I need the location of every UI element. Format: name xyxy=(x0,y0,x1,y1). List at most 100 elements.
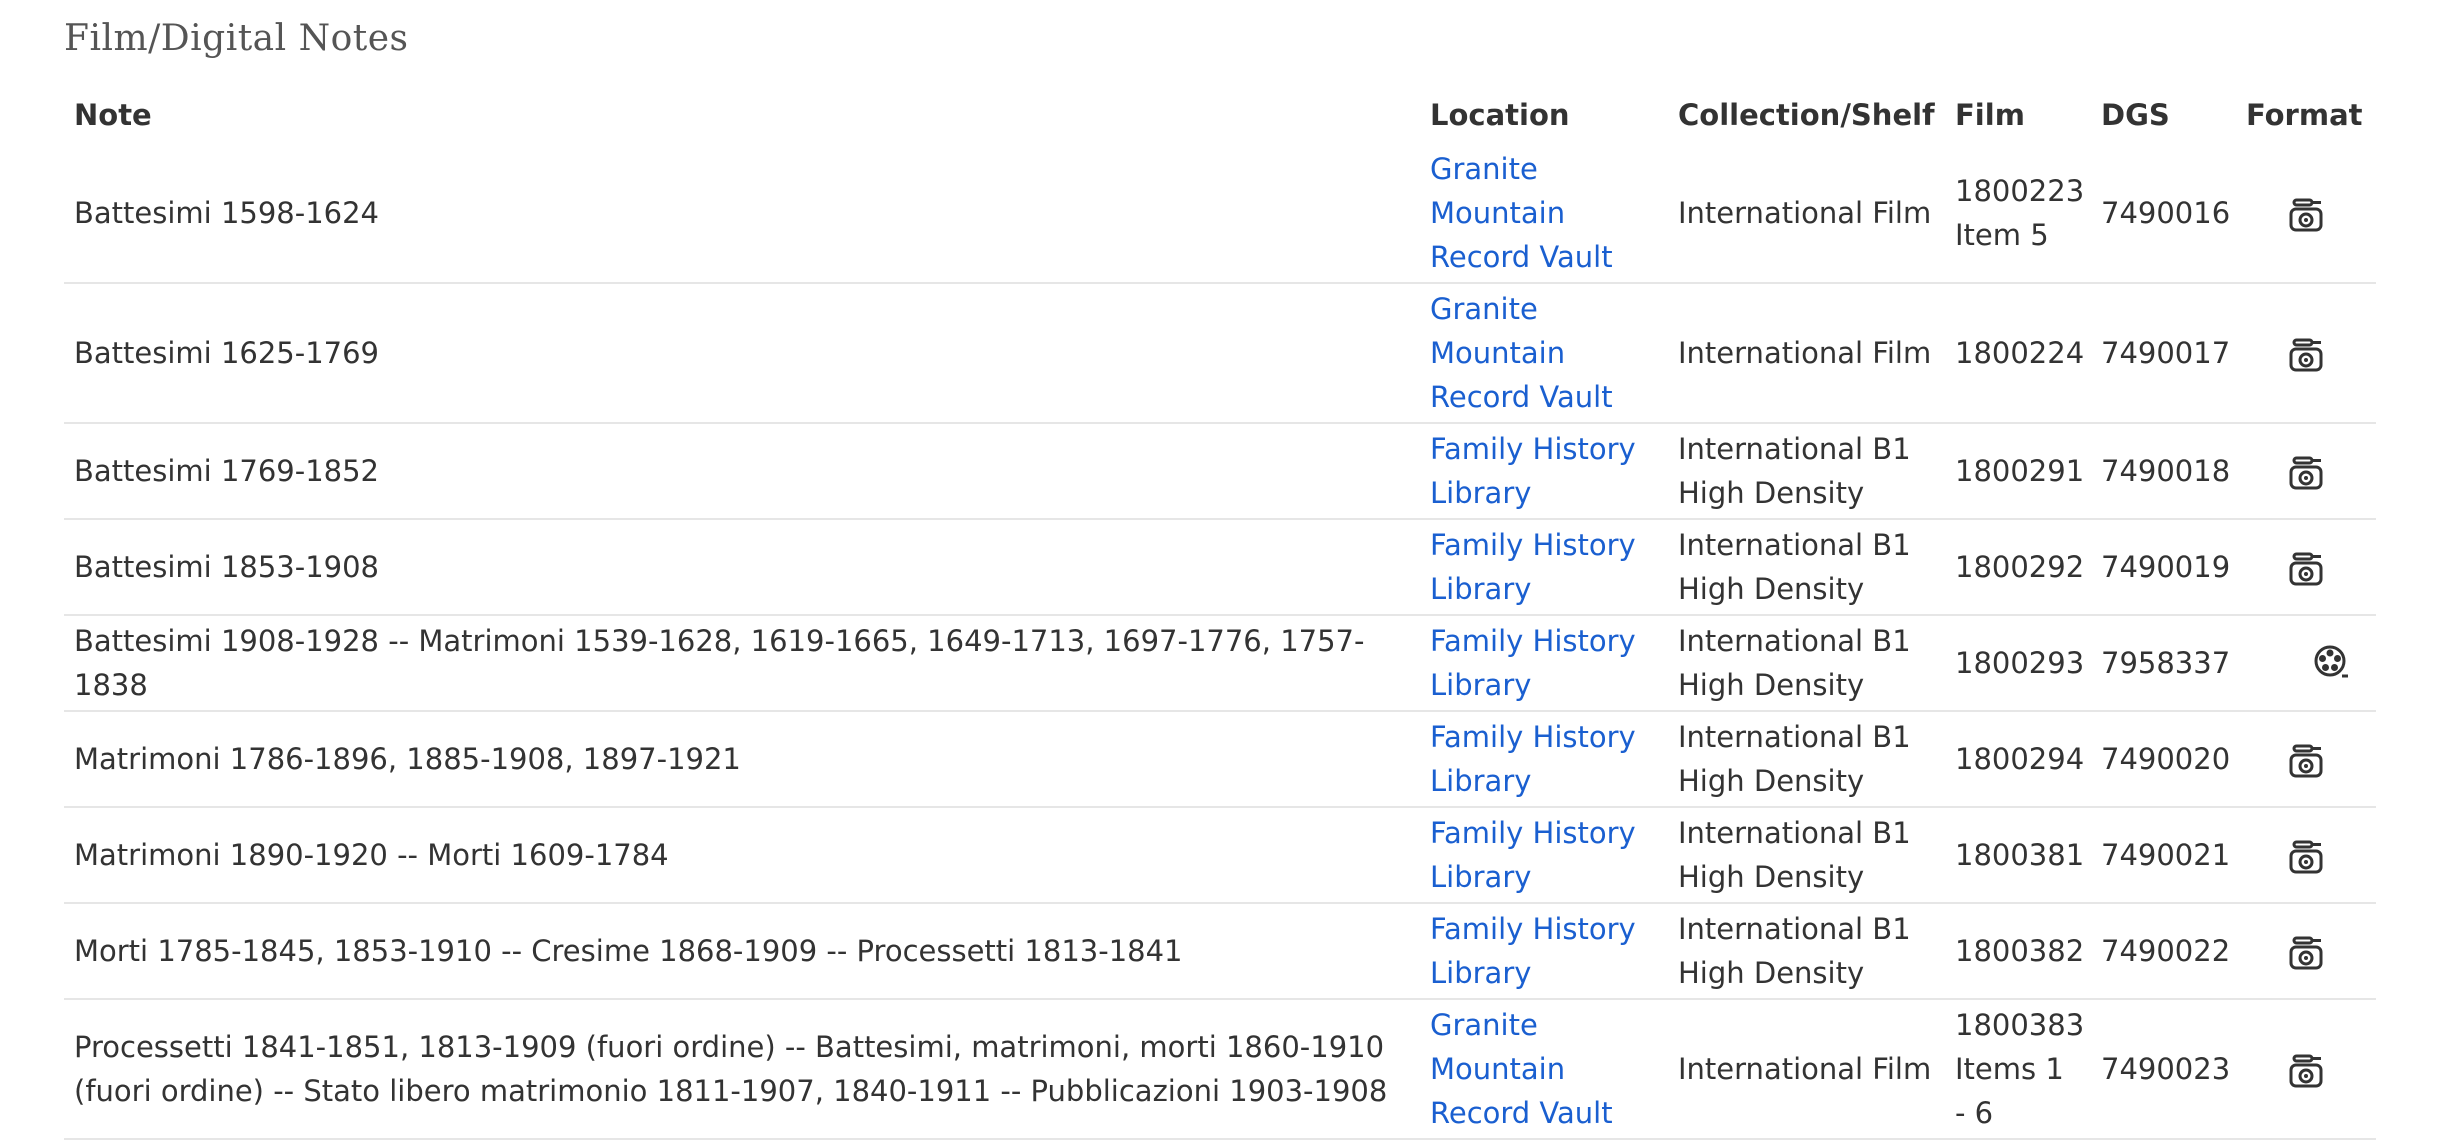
note-cell: Battesimi 1625-1769 xyxy=(64,283,1420,424)
location-cell: Granite Mountain Record Vault xyxy=(1420,999,1668,1140)
location-cell: Family History Library xyxy=(1420,519,1668,616)
note-cell: Battesimi 1908-1928 -- Matrimoni 1539-16… xyxy=(64,615,1420,712)
location-cell: Granite Mountain Record Vault xyxy=(1420,144,1668,284)
collection-cell: International Film xyxy=(1668,999,1945,1140)
film-camera-icon[interactable] xyxy=(2288,454,2324,490)
film-camera-icon[interactable] xyxy=(2288,838,2324,874)
note-cell: Morti 1785-1845, 1853-1910 -- Cresime 18… xyxy=(64,903,1420,1000)
note-cell: Morti 1785-1845, 1853-1910 -- Cresime 18… xyxy=(74,934,1183,968)
collection-cell: International B1 High Density xyxy=(1678,816,1911,894)
film-number-cell: 1800224 xyxy=(1955,336,2085,370)
dgs-number-cell: 7490018 xyxy=(2091,423,2236,520)
format-cell xyxy=(2236,423,2376,520)
collection-cell: International Film xyxy=(1678,336,1932,370)
dgs-number-cell: 7958337 xyxy=(2101,646,2231,680)
dgs-number-cell: 7490022 xyxy=(2091,903,2236,1000)
dgs-number-cell: 7490022 xyxy=(2101,934,2231,968)
note-cell: Matrimoni 1890-1920 -- Morti 1609-1784 xyxy=(74,838,669,872)
location-link[interactable]: Family History Library xyxy=(1430,528,1636,606)
format-cell xyxy=(2236,283,2376,424)
film-number-cell: 1800382 xyxy=(1945,903,2091,1000)
note-cell: Battesimi 1853-1908 xyxy=(74,550,380,584)
film-number-cell: 1800381 xyxy=(1955,838,2085,872)
location-link[interactable]: Family History Library xyxy=(1430,720,1636,798)
film-notes-table: Note Location Collection/Shelf Film DGS … xyxy=(64,60,2376,1140)
dgs-number-cell: 7490016 xyxy=(2101,196,2231,230)
film-number-cell: 1800293 xyxy=(1955,646,2085,680)
dgs-number-cell: 7490023 xyxy=(2091,999,2236,1140)
film-number-cell: 1800293 xyxy=(1945,615,2091,712)
collection-cell: International Film xyxy=(1678,1052,1932,1086)
film-camera-icon[interactable] xyxy=(2288,550,2324,586)
format-cell xyxy=(2236,903,2376,1000)
note-cell: Battesimi 1598-1624 xyxy=(64,144,1420,284)
dgs-number-cell: 7490021 xyxy=(2091,807,2236,904)
collection-cell: International Film xyxy=(1678,196,1932,230)
table-row: Matrimoni 1786-1896, 1885-1908, 1897-192… xyxy=(64,711,2376,808)
column-header-note: Note xyxy=(74,98,152,132)
location-cell: Family History Library xyxy=(1420,615,1668,712)
location-link[interactable]: Family History Library xyxy=(1430,624,1636,702)
film-camera-icon[interactable] xyxy=(2288,742,2324,778)
collection-cell: International B1 High Density xyxy=(1668,903,1945,1000)
note-cell: Battesimi 1598-1624 xyxy=(74,196,380,230)
format-cell xyxy=(2236,807,2376,904)
dgs-number-cell: 7490023 xyxy=(2101,1052,2231,1086)
dgs-number-cell: 7490018 xyxy=(2101,454,2231,488)
note-cell: Battesimi 1853-1908 xyxy=(64,519,1420,616)
collection-cell: International Film xyxy=(1668,283,1945,424)
film-number-cell: 1800383 Items 1 - 6 xyxy=(1955,1008,2085,1130)
location-cell: Family History Library xyxy=(1420,903,1668,1000)
film-number-cell: 1800381 xyxy=(1945,807,2091,904)
film-number-cell: 1800291 xyxy=(1955,454,2085,488)
dgs-number-cell: 7490019 xyxy=(2091,519,2236,616)
location-link[interactable]: Family History Library xyxy=(1430,432,1636,510)
collection-cell: International B1 High Density xyxy=(1668,615,1945,712)
location-link[interactable]: Family History Library xyxy=(1430,912,1636,990)
film-camera-icon[interactable] xyxy=(2288,336,2324,372)
location-link[interactable]: Granite Mountain Record Vault xyxy=(1430,152,1613,274)
collection-cell: International Film xyxy=(1668,144,1945,284)
note-cell: Battesimi 1908-1928 -- Matrimoni 1539-16… xyxy=(74,624,1365,702)
dgs-number-cell: 7958337 xyxy=(2091,615,2236,712)
location-link[interactable]: Granite Mountain Record Vault xyxy=(1430,292,1613,414)
format-cell xyxy=(2236,519,2376,616)
film-number-cell: 1800292 xyxy=(1945,519,2091,616)
collection-cell: International B1 High Density xyxy=(1668,423,1945,520)
dgs-number-cell: 7490020 xyxy=(2091,711,2236,808)
table-row: Battesimi 1908-1928 -- Matrimoni 1539-16… xyxy=(64,615,2376,712)
note-cell: Processetti 1841-1851, 1813-1909 (fuori … xyxy=(74,1030,1388,1108)
film-camera-icon[interactable] xyxy=(2288,196,2324,232)
collection-cell: International B1 High Density xyxy=(1668,807,1945,904)
film-number-cell: 1800223 Item 5 xyxy=(1945,144,2091,284)
table-row: Battesimi 1769-1852 Family History Librar… xyxy=(64,423,2376,520)
location-cell: Family History Library xyxy=(1420,711,1668,808)
film-number-cell: 1800382 xyxy=(1955,934,2085,968)
location-link[interactable]: Family History Library xyxy=(1430,816,1636,894)
film-camera-icon[interactable] xyxy=(2288,934,2324,970)
note-cell: Battesimi 1625-1769 xyxy=(74,336,380,370)
table-row: Morti 1785-1845, 1853-1910 -- Cresime 18… xyxy=(64,903,2376,1000)
note-cell: Battesimi 1769-1852 xyxy=(64,423,1420,520)
column-header-dgs: DGS xyxy=(2101,98,2170,132)
dgs-number-cell: 7490019 xyxy=(2101,550,2231,584)
collection-cell: International B1 High Density xyxy=(1668,519,1945,616)
format-cell xyxy=(2236,144,2376,284)
film-camera-icon[interactable] xyxy=(2288,1052,2324,1088)
note-cell: Matrimoni 1786-1896, 1885-1908, 1897-192… xyxy=(74,742,741,776)
table-row: Battesimi 1598-1624 Granite Mountain Reco… xyxy=(64,144,2376,284)
format-cell xyxy=(2236,999,2376,1140)
dgs-number-cell: 7490020 xyxy=(2101,742,2231,776)
film-number-cell: 1800294 xyxy=(1945,711,2091,808)
film-number-cell: 1800223 Item 5 xyxy=(1955,174,2085,252)
column-header-collection: Collection/Shelf xyxy=(1678,98,1935,132)
film-reel-icon[interactable] xyxy=(2288,645,2348,680)
section-title: Film/Digital Notes xyxy=(64,18,409,59)
table-row: Matrimoni 1890-1920 -- Morti 1609-1784 Fa… xyxy=(64,807,2376,904)
film-number-cell: 1800294 xyxy=(1955,742,2085,776)
table-row: Battesimi 1853-1908 Family History Librar… xyxy=(64,519,2376,616)
location-link[interactable]: Granite Mountain Record Vault xyxy=(1430,1008,1613,1130)
dgs-number-cell: 7490017 xyxy=(2101,336,2231,370)
collection-cell: International B1 High Density xyxy=(1678,528,1911,606)
format-cell xyxy=(2236,711,2376,808)
